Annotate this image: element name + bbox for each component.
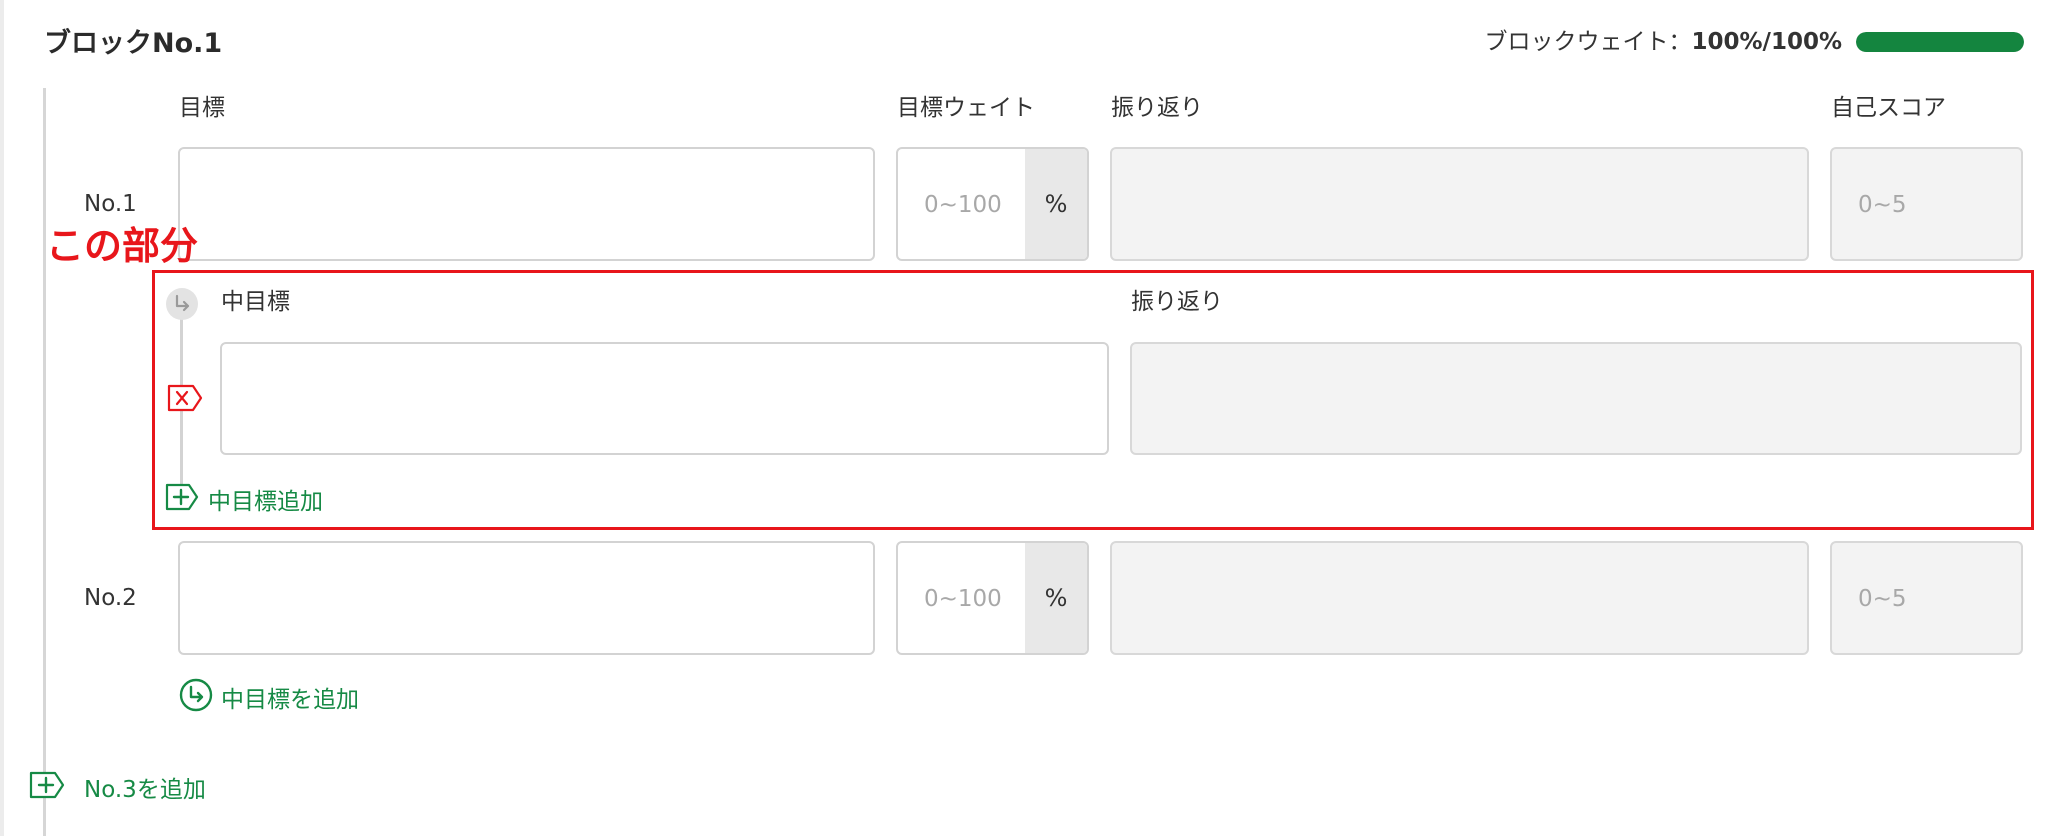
block-weight-text: ブロックウェイト：100%/100% [1484,24,1842,60]
self-score-placeholder: 0~5 [1858,192,1907,218]
block-weight-progress-bar [1856,32,2024,52]
block-title: ブロックNo.1 [44,28,223,59]
delete-sub-goal-icon[interactable] [166,383,204,413]
goal-input[interactable] [178,147,875,261]
block-weight: ブロックウェイト：100%/100% [1484,24,2024,60]
goal-weight-placeholder: 0~100 [924,192,1002,218]
self-score-field: 0~5 [1830,147,2023,261]
add-icon [164,482,200,521]
add-sub-goal-row2-button[interactable]: 中目標を追加 [179,678,359,721]
percent-unit: % [1025,543,1087,653]
block-weight-value: 100%/100% [1691,29,1842,55]
block-weight-progress-fill [1856,32,2024,52]
goal-weight-input[interactable]: 0~100 % [896,541,1089,655]
goal-weight-placeholder: 0~100 [924,586,1002,612]
block-weight-label: ブロックウェイト： [1484,29,1692,55]
reflection-field [1110,147,1809,261]
reflection-field [1110,541,1809,655]
column-header-self-score: 自己スコア [1831,95,1946,121]
self-score-field: 0~5 [1830,541,2023,655]
column-header-reflection: 振り返り [1111,95,1203,121]
column-header-goal: 目標 [179,95,225,121]
add-sub-goal-label: 中目標追加 [208,488,323,515]
sub-goal-input[interactable] [220,342,1109,455]
annotation-label: この部分 [46,224,199,268]
block-tree-line [43,88,46,836]
row-label: No.1 [84,191,137,217]
column-header-goal-weight: 目標ウェイト [897,95,1035,121]
row-label: No.2 [84,585,137,611]
sub-goal-reflection-field [1130,342,2022,455]
add-sub-goal-row2-label: 中目標を追加 [221,686,359,713]
sub-goal-reflection-header: 振り返り [1131,289,1223,315]
page-left-border [0,0,4,836]
goal-input[interactable] [178,541,875,655]
sub-goal-add-icon [179,678,213,721]
percent-unit: % [1025,149,1087,259]
sub-goal-branch-icon [165,287,199,321]
sub-goal-header: 中目標 [221,289,290,315]
goal-weight-input[interactable]: 0~100 % [896,147,1089,261]
add-icon [28,770,66,809]
add-sub-goal-button[interactable]: 中目標追加 [164,482,323,521]
self-score-placeholder: 0~5 [1858,586,1907,612]
add-row-label: No.3を追加 [84,776,206,803]
add-row-button[interactable]: No.3を追加 [28,770,206,809]
